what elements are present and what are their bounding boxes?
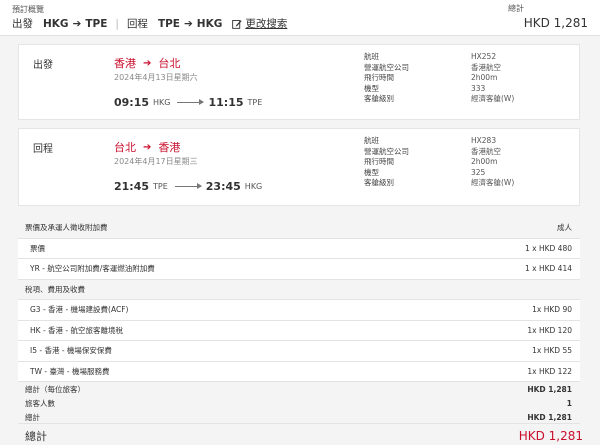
return-to-code: HKG xyxy=(196,17,223,30)
edit-icon xyxy=(232,19,242,29)
return-from-code: TPE xyxy=(157,17,180,30)
passenger-count: 旅客人數 1 xyxy=(18,396,580,410)
booking-summary-bar: 預訂概覽 出發 HKG ➔ TPE | 回程 TPE ➔ HKG 更改搜索 總計… xyxy=(0,0,600,36)
detail-row: 航班 HX252 xyxy=(364,52,497,61)
flight-date: 2024年4月17日星期三 xyxy=(114,157,198,166)
flight-direction: 回程 xyxy=(33,144,53,155)
flight-details: 航班 HX283 營運航空公司 香港航空 飛行時間 2h00m 機型 325 客艙級別經… xyxy=(364,136,514,189)
fare-breakdown: 票價及承運人徵收附加費 成人 票價 1 x HKD 480 YR - 航空公司附… xyxy=(18,218,580,424)
fare-section-header: 票價及承運人徵收附加費 成人 xyxy=(18,218,580,239)
subtotal-row: 總計 HKD 1,281 xyxy=(18,410,580,424)
arrow-right-icon: ➔ xyxy=(72,17,82,30)
fare-row: YR - 航空公司附加費/客運燃油附加費 1 x HKD 414 xyxy=(18,259,580,280)
departure-airport: TPE xyxy=(153,182,168,191)
detail-row: 機型 325 xyxy=(364,167,486,177)
long-arrow-icon xyxy=(174,183,202,189)
detail-row: 營運航空公司 香港航空 xyxy=(364,146,501,156)
detail-row: 飛行時間 2h00m xyxy=(364,157,498,167)
divider xyxy=(18,423,580,424)
tax-row: I5 - 香港 - 機場保安保費 1x HKD 55 xyxy=(18,341,580,362)
tax-row: HK - 香港 - 航空旅客離境稅 1x HKD 120 xyxy=(18,320,580,341)
destination-city: 香港 xyxy=(158,141,181,154)
arrow-right-icon: ➔ xyxy=(183,17,193,30)
arrival-time: 23:45 xyxy=(205,180,241,193)
departure-airport: HKG xyxy=(153,98,171,107)
outbound-to-code: TPE xyxy=(85,17,108,30)
departure-time: 21:45 xyxy=(114,180,150,193)
grand-total: 總計 HKD 1,281 xyxy=(25,428,583,444)
return-flight-card: 回程 台北 ➔ 香港 2024年4月17日星期三 21:45 TPE 23:45… xyxy=(18,128,580,206)
detail-row: 客艙級別 經濟客艙(W) xyxy=(364,94,515,104)
flight-cities: 台北 ➔ 香港 xyxy=(114,139,180,155)
detail-row: 機型 333 xyxy=(364,83,486,93)
flight-times: 09:15 HKG 11:15 TPE xyxy=(114,96,262,109)
outbound-from-code: HKG xyxy=(43,17,69,30)
detail-row: 營運航空公司 香港航空 xyxy=(364,62,501,72)
origin-city: 香港 xyxy=(114,57,136,70)
arrival-airport: TPE xyxy=(247,98,263,107)
header-total-value: HKD 1,281 xyxy=(523,16,588,30)
detail-row: 客艙級別 經濟客艙(W) xyxy=(364,178,515,188)
arrival-airport: HKG xyxy=(244,182,263,191)
edit-search-label: 更改搜索 xyxy=(245,18,288,30)
header-total-label: 總計 xyxy=(508,4,524,13)
flight-date: 2024年4月13日星期六 xyxy=(114,73,198,82)
departure-time: 09:15 xyxy=(114,96,150,109)
detail-row: 飛行時間 2h00m xyxy=(364,73,498,83)
tax-row: G3 - 香港 - 機場建設費(ACF) 1x HKD 90 xyxy=(18,300,580,321)
arrival-time: 11:15 xyxy=(208,96,244,109)
grand-total-label: 總計 xyxy=(25,430,47,443)
outbound-flight-card: 出發 香港 ➔ 台北 2024年4月13日星期六 09:15 HKG 11:15… xyxy=(18,44,580,120)
grand-total-value: HKD 1,281 xyxy=(518,429,583,443)
outbound-label: 出發 xyxy=(12,18,33,30)
route-summary: 出發 HKG ➔ TPE | 回程 TPE ➔ HKG 更改搜索 xyxy=(12,16,287,31)
flight-cities: 香港 ➔ 台北 xyxy=(114,55,180,71)
summary-title: 預訂概覽 xyxy=(12,5,44,14)
fare-row: 票價 1 x HKD 480 xyxy=(18,238,580,259)
detail-row: 航班 HX283 xyxy=(364,136,497,145)
arrow-right-icon: ➔ xyxy=(143,57,152,69)
destination-city: 台北 xyxy=(158,57,181,70)
flight-direction: 出發 xyxy=(33,60,53,71)
route-divider: | xyxy=(115,17,119,30)
flight-details: 航班 HX252 營運航空公司 香港航空 飛行時間 2h00m 機型 333 客艙級別經… xyxy=(364,52,514,105)
flight-times: 21:45 TPE 23:45 HKG xyxy=(114,180,262,193)
long-arrow-icon xyxy=(177,99,205,105)
tax-row: TW - 臺灣 - 機場服務費 1x HKD 122 xyxy=(18,361,580,382)
per-passenger-total: 總計（每位旅客） HKD 1,281 xyxy=(18,382,580,396)
edit-search-link[interactable]: 更改搜索 xyxy=(232,16,287,31)
arrow-right-icon: ➔ xyxy=(143,141,152,153)
origin-city: 台北 xyxy=(114,141,136,154)
tax-section-header: 稅項、費用及收費 xyxy=(18,279,580,300)
return-label: 回程 xyxy=(126,18,148,30)
